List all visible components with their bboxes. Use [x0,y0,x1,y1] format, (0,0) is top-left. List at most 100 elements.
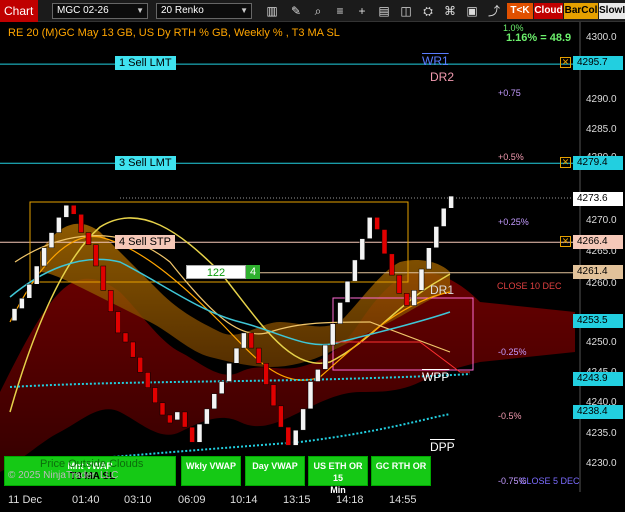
wpp-label: WPP [422,370,450,384]
day-vwap-button[interactable]: Day VWAP [245,456,305,486]
wkly-vwap-button[interactable]: Wkly VWAP [181,456,241,486]
renko-bar [48,232,55,249]
draw-tools-icon[interactable]: ✎ [288,3,304,19]
renko-bar [100,265,107,291]
chart-canvas[interactable] [0,22,625,512]
price-tick: 4300.0 [586,32,617,43]
renko-bar [204,408,210,425]
tk-badge[interactable]: T<K [507,3,533,19]
chart-toolbar: Chart MGC 02-26 ▼ 20 Renko ▼ ▥ ✎ ⌕ ≡ + ▤… [0,0,625,22]
price-tick: 4260.0 [586,278,617,289]
chart-title: RE 20 (M)GC May 13 GB, US Dy RTH % GB, W… [8,27,340,39]
close-order-icon[interactable]: ✕ [560,157,571,168]
properties-icon[interactable]: ≡ [332,3,348,19]
us-eth-or-label: US ETH OR 15 [313,461,363,483]
chart-tab[interactable]: Chart [0,0,38,22]
renko-bar [315,369,321,382]
renko-bar [122,332,129,343]
renko-bar [174,411,181,421]
renko-bar [359,238,366,261]
sell-lmt-order-1[interactable]: 1 Sell LMT [115,56,176,70]
chevron-down-icon: ▼ [136,6,144,15]
bar-type-selector[interactable]: 20 Renko ▼ [156,3,252,19]
renko-bar [33,265,40,285]
renko-bar [85,232,92,245]
bar-chart-icon[interactable]: ▥ [264,3,280,19]
screenshot-icon[interactable]: ▣ [464,3,480,19]
copyright: © 2025 NinjaTrader, LLC [8,470,119,481]
close-order-icon[interactable]: ✕ [560,236,571,247]
sell-lmt-order-3[interactable]: 3 Sell LMT [115,156,176,170]
close-10-dec-label: CLOSE 10 DEC [497,281,562,291]
instrument-value: MGC 02-26 [57,5,109,16]
price-tick: 4230.0 [586,458,617,469]
gc-rth-or-button[interactable]: GC RTH OR [371,456,431,486]
renko-bar [233,347,240,364]
renko-bar [41,247,47,267]
renko-bar [366,217,373,239]
indicators-icon[interactable]: ⌘ [442,3,458,19]
renko-bar [218,381,225,394]
pct-summary: 1.16% = 48.9 [506,32,572,44]
renko-bar [26,283,33,299]
price-label-monthly-vwap: 4238.4 [573,405,623,419]
renko-bar [19,297,25,309]
renko-bar [396,274,403,294]
wkly-vwap-label: Wkly VWAP [185,461,236,471]
share-icon[interactable]: ⤴ [486,3,502,19]
renko-bar [352,259,358,282]
bar-type-value: 20 Renko [161,5,204,16]
renko-bar [63,204,70,218]
us-eth-or-label-2: Min [330,485,346,495]
cloud-badge[interactable]: Cloud [534,3,563,19]
us-eth-or-button[interactable]: US ETH OR 15 Min [308,456,368,495]
price-label-sell-lmt-3: 4279.4 [573,156,623,170]
renko-bar [137,356,144,373]
renko-bar [418,268,425,291]
renko-bar [263,363,269,385]
renko-bar [70,204,77,215]
barcol-badge[interactable]: BarCol [564,3,598,19]
renko-bar [292,429,299,446]
renko-bar [381,229,388,255]
price-tick: 4235.0 [586,428,617,439]
window-link-icon[interactable]: ◫ [398,3,414,19]
renko-bar [78,214,84,233]
position-qty[interactable]: 122 [186,265,246,279]
renko-bar [389,253,395,276]
zoom-icon[interactable]: ⌕ [310,3,326,19]
renko-bar [241,332,247,349]
renko-bar [115,311,121,334]
data-box-icon[interactable]: ▤ [376,3,392,19]
renko-bar [152,387,158,404]
price-tick: 4285.0 [586,124,617,135]
price-label-sell-lmt-1: 4295.7 [573,56,623,70]
renko-bar [329,323,336,346]
time-tick: 10:14 [230,494,258,506]
chevron-down-icon: ▼ [240,6,248,15]
add-icon[interactable]: + [354,3,370,19]
position-count[interactable]: 4 [246,265,260,279]
renko-bar [226,363,232,382]
pct-plus-05: +0.5% [498,152,524,162]
sell-stp-order-4[interactable]: 4 Sell STP [115,235,175,249]
close-order-icon[interactable]: ✕ [560,57,571,68]
renko-bar [322,344,329,370]
strategies-icon[interactable]: ⛭ [420,3,436,19]
pct-minus-075: -0.75% [498,476,527,486]
instrument-selector[interactable]: MGC 02-26 ▼ [52,3,148,19]
renko-bar [255,347,262,364]
pct-plus-075: +0.75 [498,88,521,98]
price-label-vwap: 4253.5 [573,314,623,328]
price-label-entry: 4261.4 [573,265,623,279]
pct-minus-05: -0.5% [498,411,522,421]
renko-bar [11,308,18,321]
renko-bar [300,408,306,431]
renko-bar [248,332,255,349]
renko-bar [307,381,314,410]
renko-bar [337,302,343,325]
pct-minus-025: -0.25% [498,347,527,357]
renko-bar [374,217,380,230]
slowiw-badge[interactable]: SlowIw [599,3,625,19]
renko-bar [403,293,410,306]
